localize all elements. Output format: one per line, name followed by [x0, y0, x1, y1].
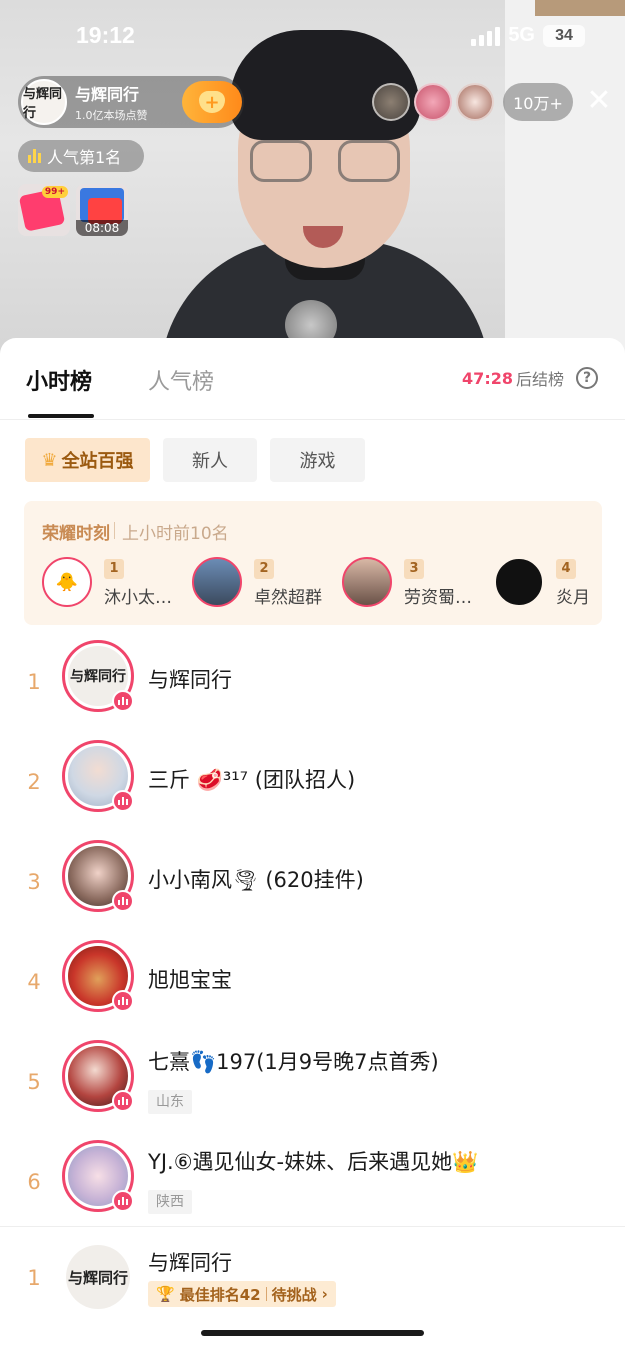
active-tab-indicator	[28, 414, 94, 418]
battery-icon: 34	[543, 24, 585, 47]
streamer-name: 与辉同行	[148, 668, 232, 692]
status-icons: 5G 34	[471, 24, 585, 47]
honor-title: 荣耀时刻	[42, 524, 110, 544]
rank-number: 2	[27, 770, 41, 794]
honor-subtitle: 上小时前10名	[122, 524, 229, 544]
location-tag: 陕西	[148, 1190, 192, 1214]
heart-plus-icon: +	[199, 91, 225, 113]
popularity-rank-badge[interactable]: 人气第1名	[18, 140, 144, 172]
ranking-row[interactable]: 1 与辉同行 与辉同行	[0, 640, 625, 732]
avatar	[192, 557, 242, 607]
streamer-name: 三斤 🥩³¹⁷ (团队招人)	[148, 768, 356, 792]
signal-icon	[471, 26, 501, 46]
countdown-time: 47:28	[462, 368, 513, 388]
rank-number: 3	[27, 870, 41, 894]
live-indicator-icon	[112, 690, 134, 712]
status-time: 19:12	[76, 22, 135, 48]
trophy-icon: 🏆	[156, 1285, 175, 1303]
divider	[114, 522, 115, 539]
video-shelf	[535, 0, 625, 16]
video-background-wall	[505, 0, 625, 360]
question-circle-icon[interactable]: ?	[576, 367, 598, 389]
rank-number: 1	[27, 1266, 41, 1290]
ranking-row[interactable]: 2 三斤 🥩³¹⁷ (团队招人)	[0, 740, 625, 832]
ranking-sheet: 小时榜 人气榜 47:28 后结榜 ? ♛ 全站百强 新人 游戏 荣耀时刻 上小…	[0, 338, 625, 1351]
streamer-name: 小小南风🌪 (620挂件)	[148, 868, 364, 892]
countdown-suffix: 后结榜	[515, 370, 564, 389]
chevron-right-icon: ›	[321, 1285, 328, 1303]
host-avatar[interactable]: 与辉同行	[21, 79, 67, 125]
ranking-row[interactable]: 6 YJ.⑥遇见仙女-妹妹、后来遇见她👑 陕西	[0, 1140, 625, 1232]
rank-number: 1	[27, 670, 41, 694]
live-indicator-icon	[112, 1190, 134, 1212]
category-game[interactable]: 游戏	[270, 438, 365, 482]
tab-hourly[interactable]: 小时榜	[26, 364, 92, 396]
gift-bag-icon[interactable]: 99+	[18, 184, 70, 236]
avatar	[494, 557, 544, 607]
live-indicator-icon	[112, 1090, 134, 1112]
location-tag: 山东	[148, 1090, 192, 1114]
crown-icon: ♛	[41, 449, 58, 471]
top-viewers[interactable]	[372, 83, 494, 121]
rank-number: 5	[27, 1070, 41, 1094]
streamer-name: 旭旭宝宝	[148, 968, 232, 992]
viewer-avatar[interactable]	[414, 83, 452, 121]
category-top100[interactable]: ♛ 全站百强	[25, 438, 150, 482]
chart-bars-icon	[28, 149, 41, 163]
rank-number: 4	[27, 970, 41, 994]
live-indicator-icon	[112, 890, 134, 912]
network-type: 5G	[508, 24, 535, 46]
live-video[interactable]	[0, 0, 625, 360]
ranking-row[interactable]: 5 七熹👣197(1月9号晚7点首秀) 山东	[0, 1040, 625, 1132]
divider	[265, 1287, 267, 1301]
viewer-avatar[interactable]	[456, 83, 494, 121]
envelope-timer: 08:08	[76, 220, 128, 236]
live-indicator-icon	[112, 790, 134, 812]
rank-number: 6	[27, 1170, 41, 1194]
streamer-name: YJ.⑥遇见仙女-妹妹、后来遇见她👑	[148, 1150, 479, 1174]
best-rank-badge[interactable]: 🏆 最佳排名42 待挑战 ›	[148, 1281, 336, 1307]
avatar[interactable]: 与辉同行	[66, 1245, 130, 1309]
home-indicator[interactable]	[201, 1330, 424, 1336]
avatar: 🐥	[42, 557, 92, 607]
host-likes: 1.0亿本场点赞	[75, 109, 148, 122]
streamer-name: 与辉同行	[148, 1251, 232, 1275]
tab-divider	[0, 419, 625, 420]
ranking-row[interactable]: 4 旭旭宝宝	[0, 940, 625, 1032]
streamer-name: 七熹👣197(1月9号晚7点首秀)	[148, 1050, 439, 1074]
red-envelope-icon[interactable]: 08:08	[76, 184, 128, 236]
category-new[interactable]: 新人	[163, 438, 257, 482]
ranking-row[interactable]: 3 小小南风🌪 (620挂件)	[0, 840, 625, 932]
countdown: 47:28 后结榜 ?	[462, 366, 598, 390]
host-name: 与辉同行	[75, 85, 140, 104]
close-icon[interactable]: ✕	[584, 86, 614, 116]
gift-count-badge: 99+	[41, 186, 68, 198]
streamer-figure	[160, 0, 490, 360]
live-indicator-icon	[112, 990, 134, 1012]
honor-moment-panel: 荣耀时刻 上小时前10名 🐥 1 沐小太… 2 卓然超群 3 劳资蜀… 4 炎月	[24, 501, 602, 625]
follow-button[interactable]: +	[182, 81, 242, 123]
viewer-count[interactable]: 10万+	[503, 83, 573, 121]
avatar	[342, 557, 392, 607]
tab-popularity[interactable]: 人气榜	[148, 364, 214, 396]
viewer-avatar[interactable]	[372, 83, 410, 121]
